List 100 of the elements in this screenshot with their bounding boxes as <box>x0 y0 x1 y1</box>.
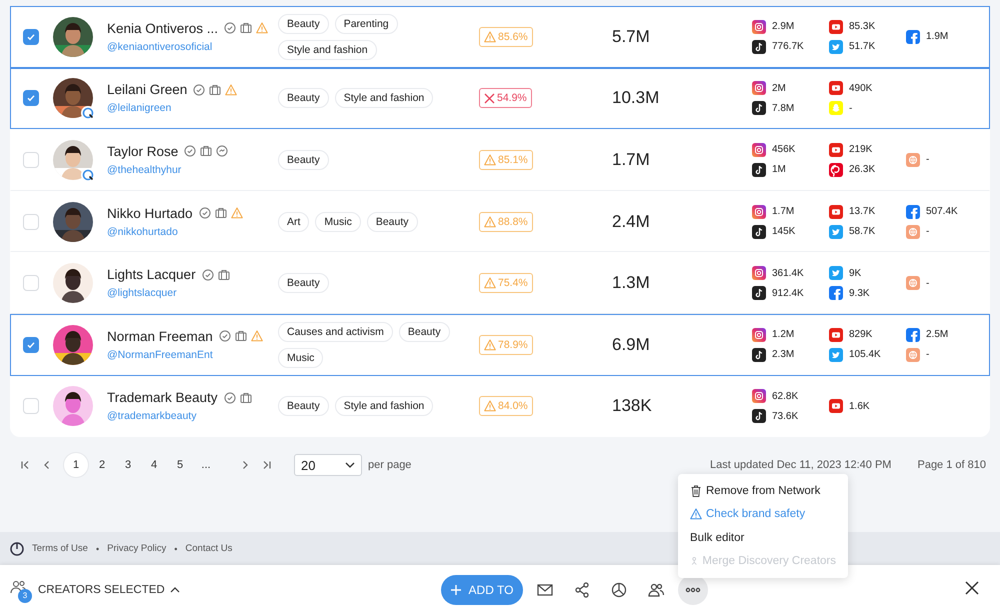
follower-count: 2.5M <box>926 329 948 340</box>
verified-icon <box>224 22 236 34</box>
creator-row[interactable]: Trademark Beauty @trademarkbeauty Beauty Style and fashion 84.0% 138K 62.8K 73.6K 1.6K <box>10 376 990 438</box>
follower-count: 456K <box>772 144 796 156</box>
chevron-icon <box>42 460 52 470</box>
facebook-icon[interactable] <box>906 328 920 342</box>
creator-name[interactable]: Taylor Rose <box>107 144 178 159</box>
instagram-icon[interactable] <box>752 328 766 342</box>
creator-row[interactable]: Nikko Hurtado @nikkohurtado Art Music Beauty 88.8% 2.4M 1.7M 145K 13.7K 58.7K 507.4K - <box>10 190 990 252</box>
warning-icon <box>225 84 238 96</box>
twitter-icon[interactable] <box>829 348 843 362</box>
follower-count: 2.3M <box>772 349 794 360</box>
warning-icon <box>484 277 496 290</box>
facebook-icon[interactable] <box>906 204 920 219</box>
verified-icon <box>193 84 206 96</box>
chevron-icon <box>240 460 250 470</box>
tiktok-icon[interactable] <box>752 348 766 362</box>
page-button[interactable]: 4 <box>142 453 166 478</box>
page-button[interactable]: 3 <box>116 453 140 478</box>
follower-count: - <box>926 349 930 360</box>
more-icon <box>686 587 700 592</box>
instagram-icon[interactable] <box>752 142 766 157</box>
creator-name[interactable]: Trademark Beauty <box>107 390 218 406</box>
count-badge: 3 <box>18 588 32 602</box>
follower-count: - <box>926 278 930 289</box>
instagram-icon[interactable] <box>752 389 766 404</box>
page-button[interactable]: 5 <box>168 453 192 478</box>
separator-dot: • <box>174 544 178 554</box>
row-checkbox[interactable] <box>23 336 39 353</box>
follower-count: 829K <box>849 329 872 340</box>
check-icon <box>26 340 36 350</box>
creator-row[interactable]: Lights Lacquer @lightslacquer Beauty 75.4% 1.3M 361.4K 912.4K 9K 9.3K - <box>10 252 990 314</box>
warning-icon <box>256 22 268 34</box>
category-tag: Parenting <box>334 14 398 34</box>
youtube-icon[interactable] <box>829 328 843 342</box>
youtube-icon[interactable] <box>829 204 843 219</box>
instagram-icon[interactable] <box>752 266 766 280</box>
pie-chart-icon <box>612 582 626 597</box>
category-tag: Beauty <box>278 14 329 34</box>
total-followers: 10.3M <box>611 88 660 108</box>
tiktok-icon[interactable] <box>752 286 766 300</box>
twitter-icon[interactable] <box>829 40 843 54</box>
caret-icon <box>170 586 180 592</box>
row-checkbox[interactable] <box>23 28 39 45</box>
page-size-select[interactable]: 20 <box>294 454 362 476</box>
creator-row[interactable]: Kenia Ontiveros ... @keniaontiverosoficial Beauty Parenting Style and fashion 85.6% 5.7M 2.9M 776.7K 85.3K 51.7K 1.9M <box>10 6 990 68</box>
last-updated: Last updated Dec 11, 2023 12:40 PM <box>710 459 892 472</box>
verified-icon <box>218 330 231 342</box>
facebook-icon[interactable] <box>829 286 843 300</box>
brand-safety-score: 54.9% <box>479 88 532 108</box>
tiktok-icon[interactable] <box>752 101 766 116</box>
creator-name[interactable]: Lights Lacquer <box>107 267 196 282</box>
follower-count: 26.3K <box>849 164 876 176</box>
creator-name[interactable]: Norman Freeman <box>107 328 213 344</box>
page-button[interactable]: 2 <box>90 453 114 478</box>
tiktok-icon[interactable] <box>752 409 766 424</box>
follower-count: 145K <box>772 226 796 238</box>
selected-toggle[interactable]: CREATORS SELECTED <box>38 584 180 596</box>
instagram-icon[interactable] <box>752 81 766 96</box>
creator-row[interactable]: Norman Freeman @NormanFreemanEnt Causes and activism Beauty Music 78.9% 6.9M 1.2M 2.3M 829K 105.4K 2.5M - <box>10 314 990 376</box>
tiktok-icon[interactable] <box>752 224 766 239</box>
tiktok-icon[interactable] <box>752 40 766 54</box>
caret-icon <box>345 462 355 468</box>
creator-name[interactable]: Kenia Ontiveros ... <box>107 20 218 36</box>
page-button[interactable]: ... <box>194 453 218 478</box>
creator-row[interactable]: Taylor Rose @thehealthyhur Beauty 85.1% 1.7M 456K 1M 219K 26.3K - <box>10 129 990 191</box>
page-info: Page 1 of 810 <box>917 459 986 472</box>
follower-count: 490K <box>849 82 872 94</box>
creator-row[interactable]: Leilani Green @leilanigreen Beauty Style and fashion 54.9% 10.3M 2M 7.8M 490K - <box>10 68 990 130</box>
tiktok-icon[interactable] <box>752 162 766 177</box>
menu-item[interactable]: Remove from Network <box>678 479 848 502</box>
brand-safety-score: 88.8% <box>479 212 533 232</box>
row-checkbox[interactable] <box>23 90 39 106</box>
warning-icon <box>230 207 243 220</box>
creator-name[interactable]: Leilani Green <box>107 82 188 98</box>
check-icon <box>26 32 36 42</box>
twitter-icon[interactable] <box>829 224 843 239</box>
menu-item[interactable]: Bulk editor <box>678 526 848 550</box>
twitter-icon[interactable] <box>829 266 843 280</box>
instagram-icon[interactable] <box>752 20 766 34</box>
youtube-icon[interactable] <box>829 142 843 157</box>
warning-icon <box>484 154 496 166</box>
facebook-icon[interactable] <box>906 30 920 44</box>
category-tag: Beauty <box>398 322 450 342</box>
creator-name[interactable]: Nikko Hurtado <box>107 206 193 221</box>
instagram-icon[interactable] <box>752 204 766 219</box>
footer-link[interactable]: Contact Us <box>185 543 232 554</box>
footer-link[interactable]: Terms of Use <box>32 543 88 554</box>
category-tag: Beauty <box>366 212 418 232</box>
page-button[interactable]: 1 <box>64 453 88 478</box>
follower-count: - <box>849 102 852 114</box>
follower-count: 219K <box>849 144 872 156</box>
category-tag: Beauty <box>278 273 329 294</box>
youtube-icon[interactable] <box>829 20 843 34</box>
pinterest-icon[interactable] <box>829 162 843 177</box>
footer-link[interactable]: Privacy Policy <box>107 543 166 554</box>
youtube-icon[interactable] <box>829 81 843 96</box>
youtube-icon[interactable] <box>829 399 843 414</box>
person-icon <box>690 555 698 568</box>
total-followers: 1.7M <box>611 150 651 170</box>
